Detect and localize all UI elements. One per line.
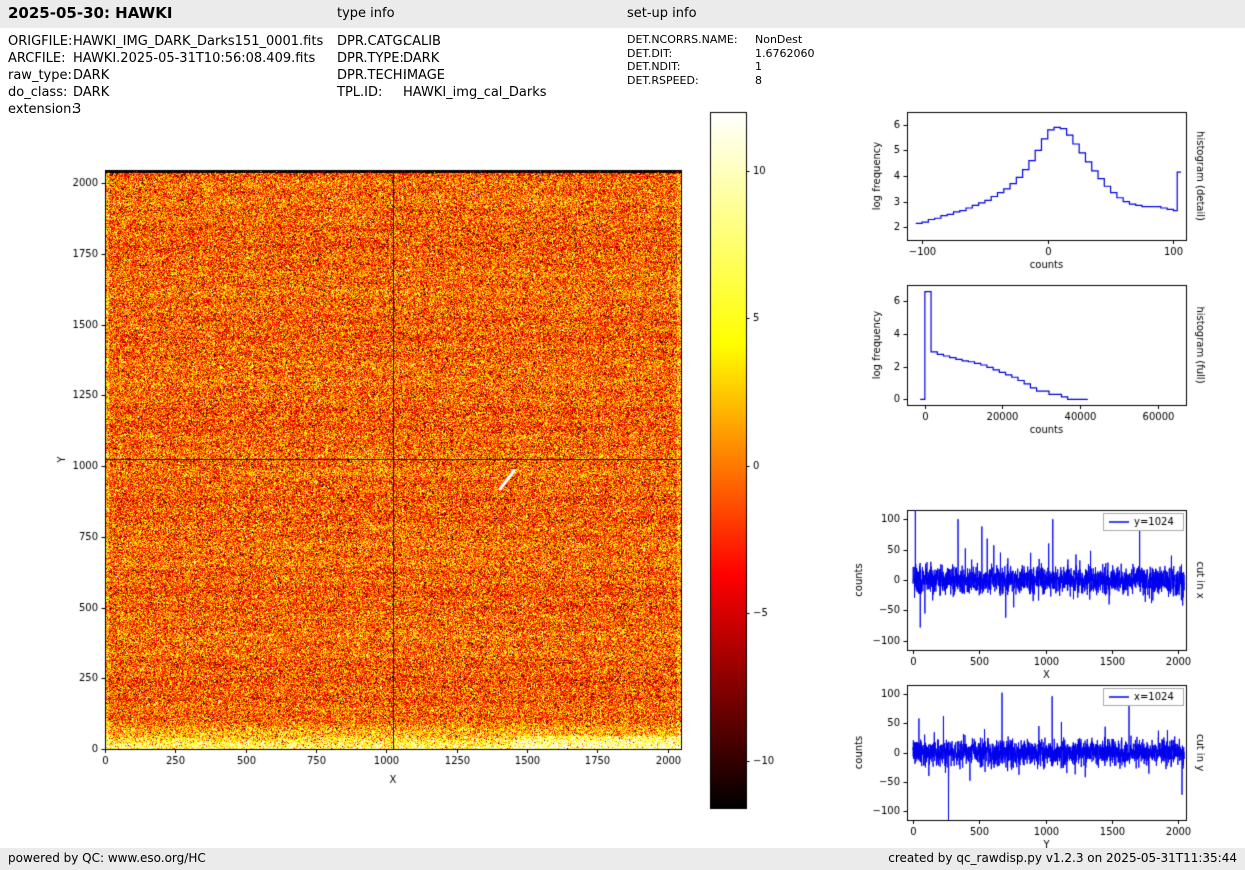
- meta-row: DPR.TECH: IMAGE: [337, 67, 547, 84]
- file-info-block: ORIGFILE: HAWKI_IMG_DARK_Darks151_0001.fi…: [8, 33, 323, 118]
- meta-value: 3: [73, 102, 82, 117]
- meta-value: CALIB: [403, 34, 441, 49]
- meta-label: ORIGFILE:: [8, 34, 73, 49]
- meta-value: DARK: [73, 68, 110, 83]
- meta-label: ARCFILE:: [8, 51, 66, 66]
- meta-value: HAWKI_img_cal_Darks: [403, 85, 547, 100]
- meta-row: ORIGFILE: HAWKI_IMG_DARK_Darks151_0001.fi…: [8, 33, 323, 50]
- meta-value: 1.6762060: [755, 46, 815, 60]
- type-info-heading: type info: [337, 6, 395, 21]
- meta-row: ARCFILE: HAWKI.2025-05-31T10:56:08.409.fi…: [8, 50, 323, 67]
- meta-value: DARK: [73, 85, 110, 100]
- meta-value: HAWKI_IMG_DARK_Darks151_0001.fits: [73, 34, 324, 49]
- meta-label: DPR.TYPE:: [337, 51, 404, 66]
- meta-row: DET.RSPEED: 8: [627, 74, 815, 88]
- footer-bar: powered by QC: www.eso.org/HC created by…: [0, 848, 1245, 870]
- meta-label: DPR.TECH:: [337, 68, 407, 83]
- meta-label: TPL.ID:: [337, 85, 383, 100]
- meta-value: NonDest: [755, 33, 803, 46]
- meta-row: DPR.TYPE: DARK: [337, 50, 547, 67]
- footer-created-by: created by qc_rawdisp.py v1.2.3 on 2025-…: [888, 851, 1237, 865]
- meta-value: DARK: [403, 51, 440, 66]
- meta-label: do_class:: [8, 85, 68, 100]
- type-info-block: DPR.CATG: CALIB DPR.TYPE: DARK DPR.TECH: IMAG…: [337, 33, 547, 101]
- meta-label: DET.NDIT:: [627, 60, 681, 73]
- meta-row: DPR.CATG: CALIB: [337, 33, 547, 50]
- meta-label: DET.RSPEED:: [627, 73, 699, 87]
- meta-label: extension:: [8, 102, 76, 117]
- footer-powered-by: powered by QC: www.eso.org/HC: [8, 851, 206, 865]
- meta-label: DET.DIT:: [627, 46, 673, 60]
- meta-label: DET.NCORRS.NAME:: [627, 33, 738, 46]
- meta-row: DET.DIT: 1.6762060: [627, 47, 815, 61]
- meta-row: DET.NCORRS.NAME: NonDest: [627, 33, 815, 47]
- qc-report-page: { "header": { "title": "2025-05-30: HAWK…: [0, 0, 1245, 870]
- setup-info-heading: set-up info: [627, 6, 697, 21]
- meta-value: 1: [755, 60, 762, 73]
- meta-label: raw_type:: [8, 68, 72, 83]
- setup-info-block: DET.NCORRS.NAME: NonDest DET.DIT: 1.6762060…: [627, 33, 815, 87]
- header-bar: 2025-05-30: HAWKI type info set-up info: [0, 0, 1245, 28]
- meta-row: do_class: DARK: [8, 84, 323, 101]
- meta-value: HAWKI.2025-05-31T10:56:08.409.fits: [73, 51, 316, 66]
- meta-row: extension: 3: [8, 101, 323, 118]
- meta-row: DET.NDIT: 1: [627, 60, 815, 74]
- meta-row: TPL.ID: HAWKI_img_cal_Darks: [337, 84, 547, 101]
- meta-row: raw_type: DARK: [8, 67, 323, 84]
- meta-value: 8: [755, 73, 762, 87]
- charts-canvas: [0, 0, 1245, 870]
- meta-value: IMAGE: [403, 68, 446, 83]
- page-title: 2025-05-30: HAWKI: [8, 4, 173, 22]
- meta-label: DPR.CATG:: [337, 34, 407, 49]
